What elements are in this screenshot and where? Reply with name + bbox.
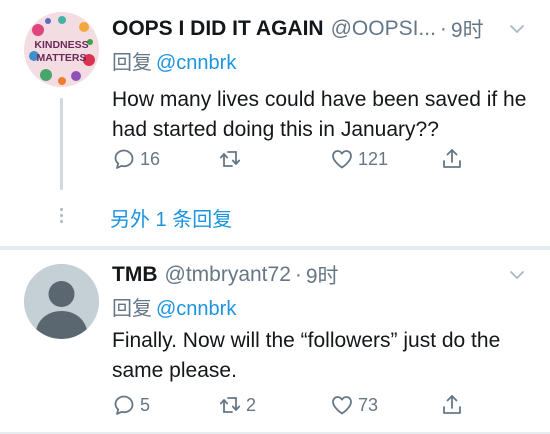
retweet-button[interactable] [218,146,246,172]
tweet-text: Finally. Now will the “followers” just d… [112,329,501,382]
display-name[interactable]: OOPS I DID IT AGAIN [112,17,324,41]
like-count: 121 [358,148,389,169]
tweet-text: How many lives could have been saved if … [112,88,527,141]
mention-link[interactable]: @cnnbrk [156,52,236,74]
avatar[interactable] [24,264,99,339]
thread-line [60,98,63,190]
separator: · [294,263,302,286]
like-button[interactable]: 73 [330,392,378,418]
chevron-down-icon[interactable] [508,20,526,38]
replying-to: 回复 @cnnbrk [112,46,236,75]
reply-prefix: 回复 [112,52,152,74]
timestamp[interactable]: 9时 [306,260,339,290]
reply-prefix: 回复 [112,298,152,320]
timestamp[interactable]: 9时 [451,14,484,44]
handle[interactable]: @tmbryant72 [165,263,291,287]
reply-button[interactable]: 16 [112,146,160,172]
tweet-header: OOPS I DID IT AGAIN @OOPSI... · 9时 [112,12,530,46]
tweet[interactable]: KINDNESS MATTERS OOPS I DID IT AGAIN @OO… [0,0,550,248]
speech-bubble-icon [114,395,134,415]
svg-text:KINDNESS: KINDNESS [34,39,88,51]
reply-count: 5 [140,394,151,415]
heart-icon [332,150,352,169]
tweet[interactable]: TMB @tmbryant72 · 9时 回复 @cnnbrk Finally. … [0,248,550,434]
thread-dots [60,208,64,224]
speech-bubble-icon [114,149,134,169]
retweet-count: 2 [246,394,257,415]
default-profile-icon [24,264,99,339]
replying-to: 回复 @cnnbrk [112,292,236,321]
share-icon [443,149,461,168]
handle[interactable]: @OOPSI... [331,17,436,41]
share-button[interactable] [440,146,464,172]
share-button[interactable] [440,392,464,418]
retweet-button[interactable]: 2 [218,392,256,418]
svg-text:MATTERS: MATTERS [37,52,87,64]
reply-button[interactable]: 5 [112,392,150,418]
kindness-matters-avatar-image: KINDNESS MATTERS [24,12,99,87]
heart-icon [332,396,352,415]
show-more-replies-link[interactable]: 另外 1 条回复 [110,203,232,232]
display-name[interactable]: TMB [112,263,158,287]
reply-count: 16 [140,148,161,169]
chevron-down-icon[interactable] [508,266,526,284]
mention-link[interactable]: @cnnbrk [156,298,236,320]
retweet-icon [219,151,241,167]
share-icon [443,395,461,414]
like-count: 73 [358,394,379,415]
retweet-icon [219,397,241,413]
avatar[interactable]: KINDNESS MATTERS [24,12,99,87]
like-button[interactable]: 121 [330,146,388,172]
tweet-header: TMB @tmbryant72 · 9时 [112,258,530,292]
separator: · [439,17,447,40]
